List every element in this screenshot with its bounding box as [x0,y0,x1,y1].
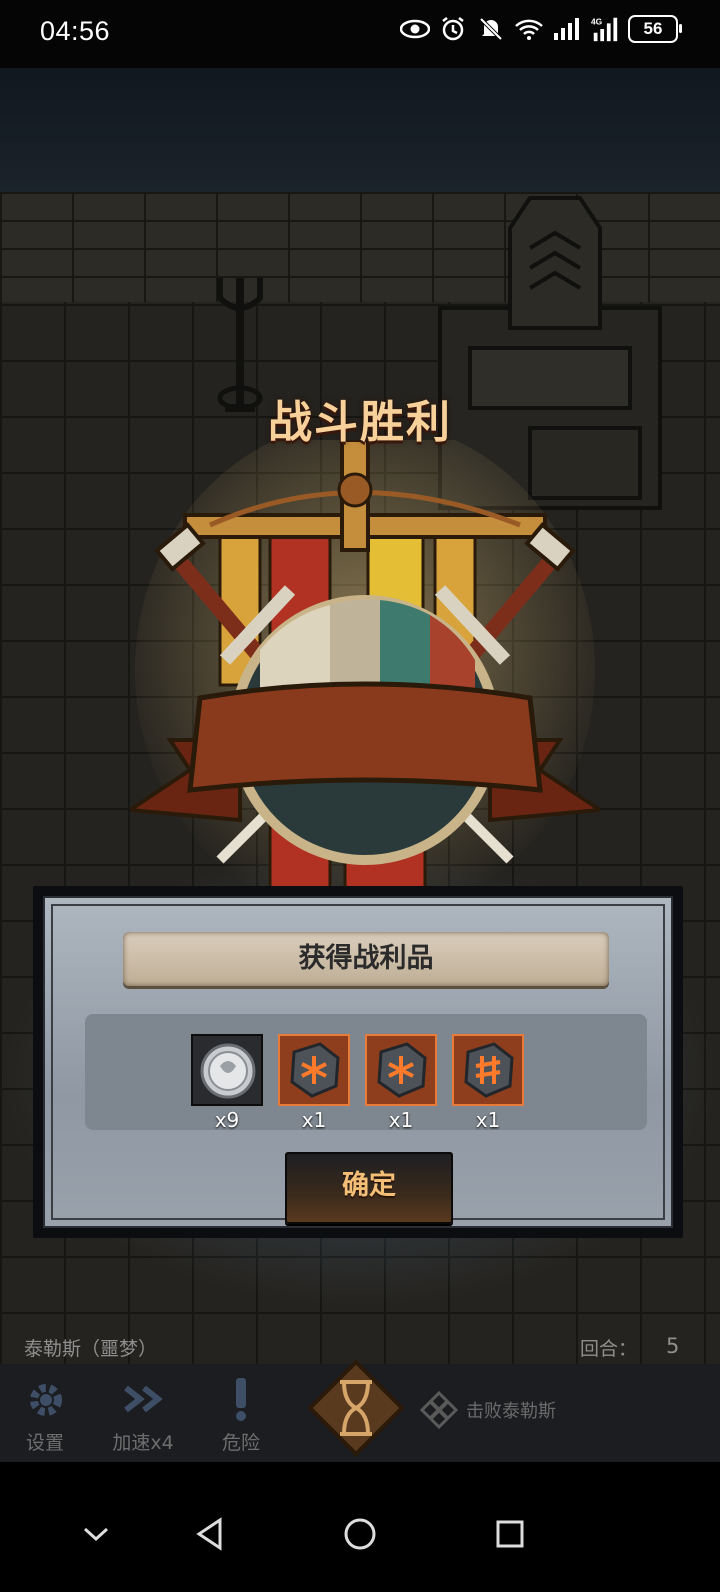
clock: 04:56 [40,16,111,46]
gear-icon [30,1384,62,1416]
danger-button[interactable]: 危险 [196,1368,286,1458]
status-icons: 4G 56 [400,14,682,44]
round-label: 回合： [580,1338,638,1360]
reward-count: x9 [214,1108,240,1132]
round-value: 5 [666,1334,680,1358]
rune-stone-icon [464,1042,514,1098]
fast-forward-icon [124,1385,163,1413]
game-scene: 战斗胜利 获得战利品 x9 x1 x1 x1 确定 泰勒斯（噩梦） 回合： 5 … [0,68,720,1462]
reward-count: x1 [301,1108,327,1132]
reward-panel: 获得战利品 x9 x1 x1 x1 确定 [33,886,683,1238]
speed-label: 加速x4 [112,1432,174,1454]
rune-stone-icon [290,1042,340,1098]
rune-stone-icon [377,1042,427,1098]
boss-name: 泰勒斯（噩梦） [24,1338,158,1360]
confirm-label: 确定 [342,1170,396,1201]
back-button[interactable] [186,1510,234,1558]
reward-count: x1 [475,1108,501,1132]
signal-icon [552,14,582,44]
objective-text: 击败泰勒斯 [466,1401,556,1422]
objective: 击败泰勒斯 [420,1390,556,1430]
home-circle-icon [344,1518,376,1550]
silver-coin-icon [200,1043,256,1099]
danger-label: 危险 [221,1432,260,1454]
battery-icon: 56 [628,15,682,43]
reward-item[interactable] [191,1034,263,1106]
back-triangle-icon [196,1517,222,1551]
reward-item[interactable] [365,1034,437,1106]
reward-item[interactable] [278,1034,350,1106]
recents-square-icon [496,1520,524,1548]
mute-icon [476,14,506,44]
settings-button[interactable]: 设置 [0,1368,90,1458]
speed-button[interactable]: 加速x4 [98,1368,188,1458]
reward-count: x1 [388,1108,414,1132]
home-button[interactable] [336,1510,384,1558]
victory-emblem [130,440,600,932]
crossed-tools-icon [420,1391,458,1429]
reward-panel-body: 获得战利品 x9 x1 x1 x1 确定 [43,896,673,1228]
hourglass-button[interactable] [306,1358,406,1458]
exclamation-icon [236,1378,246,1421]
confirm-button[interactable]: 确定 [285,1152,453,1224]
wifi-icon [514,14,544,44]
settings-label: 设置 [25,1432,64,1454]
status-bar: 04:56 4G 56 [0,0,720,68]
reward-heading: 获得战利品 [298,943,434,974]
svg-text:4G: 4G [591,16,603,26]
reward-item[interactable] [452,1034,524,1106]
reward-heading-scroll: 获得战利品 [123,932,609,986]
4g-signal-icon: 4G [590,14,620,44]
recents-button[interactable] [486,1510,534,1558]
chevron-down-icon [83,1527,109,1542]
hide-keyboard-button[interactable] [72,1510,120,1558]
victory-title: 战斗胜利 [268,397,452,448]
eye-icon [400,14,430,44]
alarm-icon [438,14,468,44]
